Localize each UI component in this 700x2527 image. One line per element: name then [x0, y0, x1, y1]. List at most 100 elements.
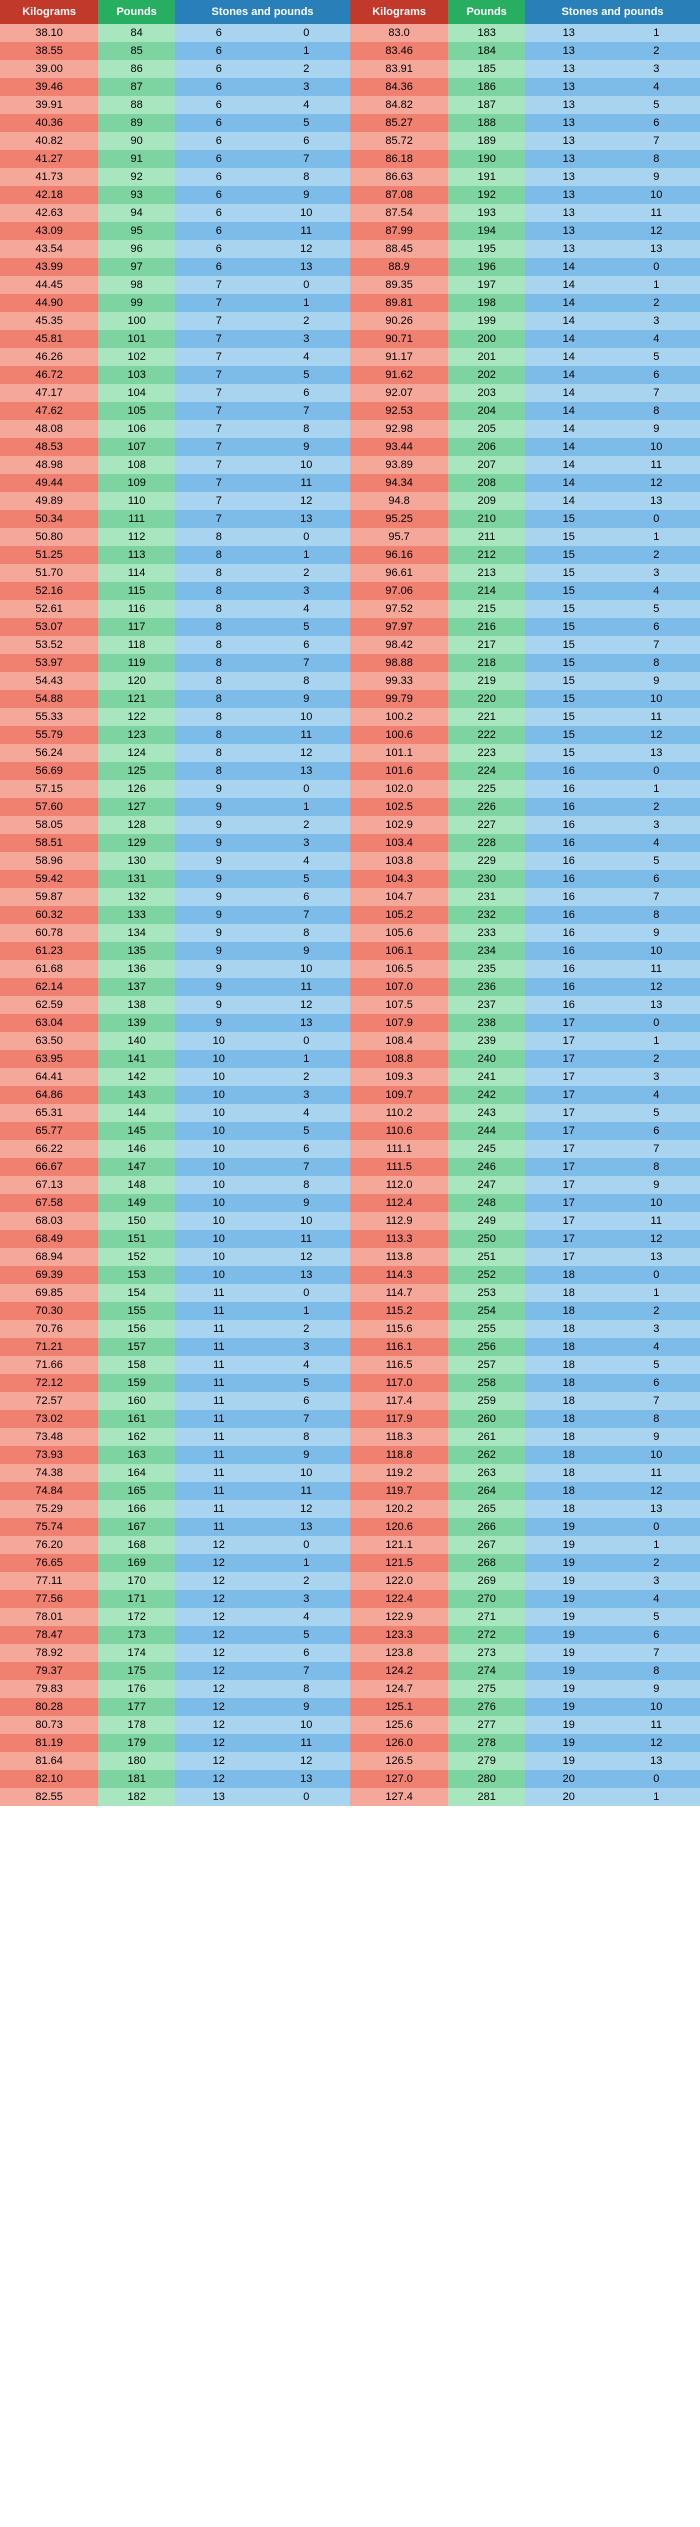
table-row: 55.79123811: [0, 726, 350, 744]
lbs-cell: 214: [448, 582, 525, 600]
table-row: 42.189369: [0, 186, 350, 204]
table-row: 114.3252180: [350, 1266, 700, 1284]
table-row: 50.34111713: [0, 510, 350, 528]
st-lbs-cell: 3: [613, 564, 700, 582]
kg-cell: 100.2: [350, 708, 448, 726]
lbs-cell: 153: [98, 1266, 175, 1284]
st-lbs-cell: 4: [263, 1104, 350, 1122]
st-lbs-cell: 13: [613, 1248, 700, 1266]
kg-cell: 84.82: [350, 96, 448, 114]
lbs-cell: 117: [98, 618, 175, 636]
right-lbs-header: Pounds: [448, 0, 525, 24]
stones-cell: 17: [525, 1014, 612, 1032]
lbs-cell: 142: [98, 1068, 175, 1086]
table-row: 75.741671113: [0, 1518, 350, 1536]
kg-cell: 58.05: [0, 816, 98, 834]
lbs-cell: 274: [448, 1662, 525, 1680]
table-row: 63.95141101: [0, 1050, 350, 1068]
kg-cell: 93.44: [350, 438, 448, 456]
table-row: 119.72641812: [350, 1482, 700, 1500]
lbs-cell: 126: [98, 780, 175, 798]
kg-cell: 79.37: [0, 1662, 98, 1680]
lbs-cell: 171: [98, 1590, 175, 1608]
lbs-cell: 213: [448, 564, 525, 582]
kg-cell: 73.93: [0, 1446, 98, 1464]
st-lbs-cell: 9: [613, 168, 700, 186]
stones-cell: 7: [175, 276, 262, 294]
st-lbs-cell: 6: [263, 1140, 350, 1158]
table-row: 44.909971: [0, 294, 350, 312]
st-lbs-cell: 3: [263, 78, 350, 96]
lbs-cell: 239: [448, 1032, 525, 1050]
kg-cell: 123.8: [350, 1644, 448, 1662]
lbs-cell: 151: [98, 1230, 175, 1248]
stones-cell: 18: [525, 1302, 612, 1320]
table-row: 58.9613094: [0, 852, 350, 870]
kg-cell: 47.62: [0, 402, 98, 420]
lbs-cell: 195: [448, 240, 525, 258]
st-lbs-cell: 9: [613, 672, 700, 690]
table-row: 88.451951313: [350, 240, 700, 258]
stones-cell: 13: [525, 168, 612, 186]
table-row: 127.0280200: [350, 1770, 700, 1788]
lbs-cell: 107: [98, 438, 175, 456]
lbs-cell: 152: [98, 1248, 175, 1266]
lbs-cell: 258: [448, 1374, 525, 1392]
stones-cell: 18: [525, 1392, 612, 1410]
lbs-cell: 261: [448, 1428, 525, 1446]
kg-cell: 116.5: [350, 1356, 448, 1374]
table-row: 58.0512892: [0, 816, 350, 834]
lbs-cell: 216: [448, 618, 525, 636]
st-lbs-cell: 11: [263, 978, 350, 996]
lbs-cell: 237: [448, 996, 525, 1014]
table-row: 121.1267191: [350, 1536, 700, 1554]
table-row: 73.93163119: [0, 1446, 350, 1464]
st-lbs-cell: 2: [613, 1050, 700, 1068]
lbs-cell: 188: [448, 114, 525, 132]
lbs-cell: 147: [98, 1158, 175, 1176]
lbs-cell: 163: [98, 1446, 175, 1464]
lbs-cell: 169: [98, 1554, 175, 1572]
stones-cell: 7: [175, 294, 262, 312]
table-row: 84.82187135: [350, 96, 700, 114]
kg-cell: 41.27: [0, 150, 98, 168]
st-lbs-cell: 10: [263, 708, 350, 726]
st-lbs-cell: 6: [613, 1122, 700, 1140]
st-lbs-cell: 1: [613, 528, 700, 546]
stones-cell: 10: [175, 1104, 262, 1122]
table-row: 83.91185133: [350, 60, 700, 78]
lbs-cell: 162: [98, 1428, 175, 1446]
st-lbs-cell: 6: [263, 888, 350, 906]
kg-cell: 45.35: [0, 312, 98, 330]
lbs-cell: 225: [448, 780, 525, 798]
st-lbs-cell: 7: [613, 1392, 700, 1410]
kg-cell: 122.9: [350, 1608, 448, 1626]
table-row: 101.6224160: [350, 762, 700, 780]
st-lbs-cell: 13: [613, 744, 700, 762]
kg-cell: 46.72: [0, 366, 98, 384]
table-row: 69.85154110: [0, 1284, 350, 1302]
st-lbs-cell: 13: [263, 1266, 350, 1284]
st-lbs-cell: 10: [613, 690, 700, 708]
kg-cell: 85.72: [350, 132, 448, 150]
table-row: 80.731781210: [0, 1716, 350, 1734]
stones-cell: 7: [175, 438, 262, 456]
stones-cell: 6: [175, 78, 262, 96]
lbs-cell: 269: [448, 1572, 525, 1590]
table-row: 61.68136910: [0, 960, 350, 978]
st-lbs-cell: 0: [263, 780, 350, 798]
lbs-cell: 202: [448, 366, 525, 384]
stones-cell: 15: [525, 582, 612, 600]
stones-cell: 17: [525, 1248, 612, 1266]
lbs-cell: 187: [448, 96, 525, 114]
stones-cell: 10: [175, 1140, 262, 1158]
stones-cell: 17: [525, 1086, 612, 1104]
st-lbs-cell: 1: [613, 780, 700, 798]
st-lbs-cell: 8: [263, 1176, 350, 1194]
stones-cell: 15: [525, 618, 612, 636]
lbs-cell: 266: [448, 1518, 525, 1536]
stones-cell: 18: [525, 1446, 612, 1464]
kg-cell: 114.3: [350, 1266, 448, 1284]
st-lbs-cell: 8: [613, 150, 700, 168]
lbs-cell: 114: [98, 564, 175, 582]
